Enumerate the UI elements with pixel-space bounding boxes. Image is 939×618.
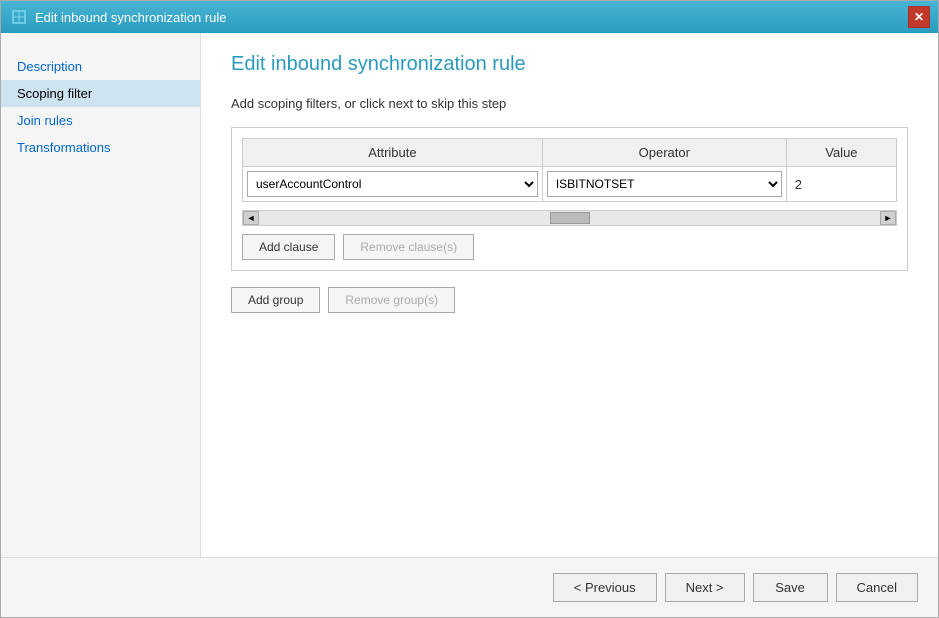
main-content: Edit inbound synchronization rule Add sc…: [201, 33, 938, 557]
filter-table: Attribute Operator Value userAccountCont…: [242, 138, 897, 202]
close-button[interactable]: ✕: [908, 6, 930, 28]
title-bar-text: Edit inbound synchronization rule: [35, 10, 227, 25]
column-value: Value: [786, 139, 896, 167]
sidebar: Description Scoping filter Join rules Tr…: [1, 33, 201, 557]
sidebar-item-transformations[interactable]: Transformations: [1, 134, 200, 161]
previous-button[interactable]: < Previous: [553, 573, 657, 602]
save-button[interactable]: Save: [753, 573, 828, 602]
sidebar-item-join-rules[interactable]: Join rules: [1, 107, 200, 134]
scroll-right-arrow[interactable]: ►: [880, 211, 896, 225]
group-buttons: Add group Remove group(s): [231, 287, 908, 313]
clause-buttons: Add clause Remove clause(s): [242, 234, 897, 260]
cancel-button[interactable]: Cancel: [836, 573, 918, 602]
scroll-left-arrow[interactable]: ◄: [243, 211, 259, 225]
footer: < Previous Next > Save Cancel: [1, 557, 938, 617]
add-group-button[interactable]: Add group: [231, 287, 320, 313]
operator-select[interactable]: ISBITNOTSET: [547, 171, 782, 197]
title-bar-left: Edit inbound synchronization rule: [9, 7, 227, 27]
title-bar: Edit inbound synchronization rule ✕: [1, 1, 938, 33]
remove-group-button[interactable]: Remove group(s): [328, 287, 455, 313]
scrollbar-track[interactable]: [259, 211, 880, 225]
main-window: Edit inbound synchronization rule ✕ Desc…: [0, 0, 939, 618]
add-clause-button[interactable]: Add clause: [242, 234, 335, 260]
instruction-text: Add scoping filters, or click next to sk…: [231, 96, 908, 111]
scrollbar-thumb[interactable]: [550, 212, 590, 224]
window-icon: [9, 7, 29, 27]
content-area: Description Scoping filter Join rules Tr…: [1, 33, 938, 557]
column-operator: Operator: [542, 139, 786, 167]
next-button[interactable]: Next >: [665, 573, 745, 602]
operator-cell: ISBITNOTSET: [542, 167, 786, 202]
horizontal-scrollbar[interactable]: ◄ ►: [242, 210, 897, 226]
page-title: Edit inbound synchronization rule: [231, 53, 908, 76]
sidebar-item-scoping-filter[interactable]: Scoping filter: [1, 80, 200, 107]
value-cell: 2: [786, 167, 896, 202]
value-text: 2: [795, 177, 802, 192]
attribute-cell: userAccountControl: [243, 167, 543, 202]
column-attribute: Attribute: [243, 139, 543, 167]
filter-container: Attribute Operator Value userAccountCont…: [231, 127, 908, 271]
table-row: userAccountControl ISBITNOTSET 2: [243, 167, 897, 202]
sidebar-item-description[interactable]: Description: [1, 53, 200, 80]
remove-clause-button[interactable]: Remove clause(s): [343, 234, 474, 260]
attribute-select[interactable]: userAccountControl: [247, 171, 538, 197]
